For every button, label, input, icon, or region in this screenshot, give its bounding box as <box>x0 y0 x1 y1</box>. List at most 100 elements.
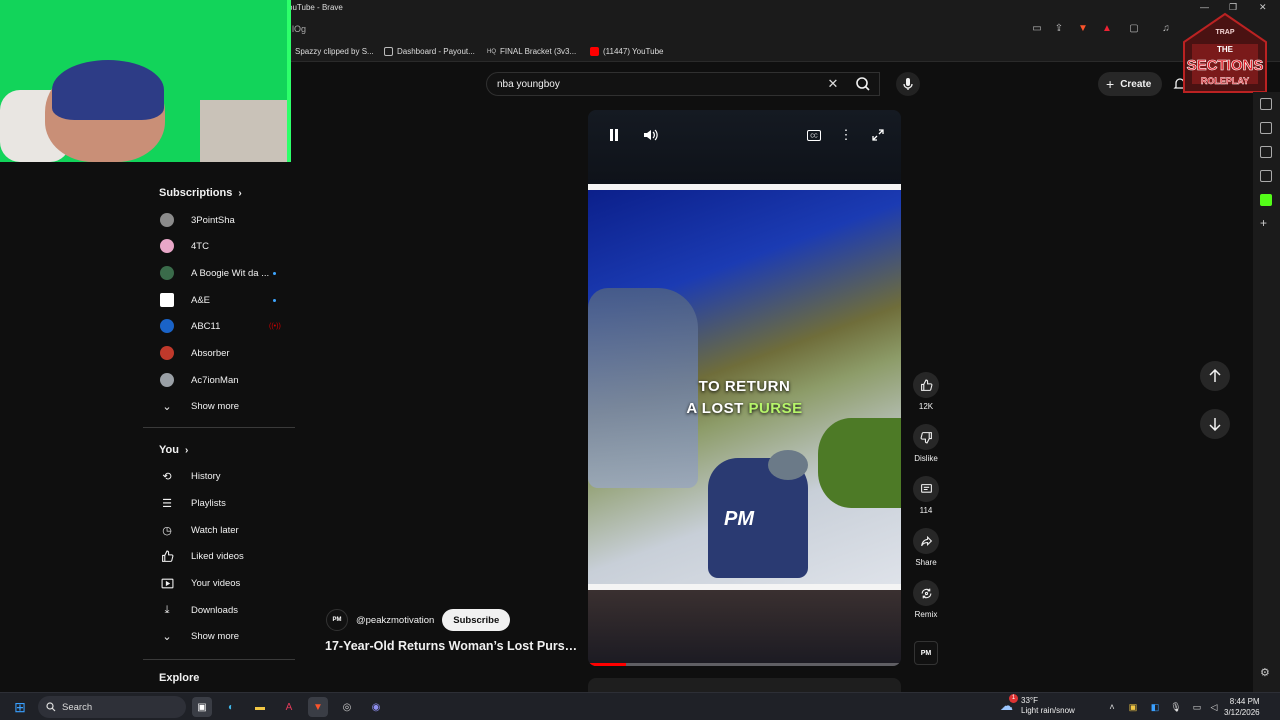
file-explorer-icon[interactable]: ▬ <box>250 697 270 717</box>
chevron-down-icon: ⌄ <box>162 400 172 413</box>
video-progress-fill <box>588 663 626 666</box>
next-short-button[interactable] <box>1200 409 1230 439</box>
sidebar-toggle-icon[interactable]: ▢ <box>1127 22 1141 36</box>
edge-icon[interactable]: ◐ <box>221 697 241 717</box>
video-progress-bar[interactable] <box>588 663 901 666</box>
sidebar-item-your-videos[interactable]: Your videos <box>143 571 295 595</box>
bookmarks-panel-icon[interactable] <box>1260 146 1272 158</box>
monitor-icon[interactable]: ▭ <box>1191 701 1203 713</box>
adobe-app-icon[interactable]: A <box>279 697 299 717</box>
dislike-button[interactable]: Dislike <box>906 424 946 463</box>
reading-list-icon[interactable] <box>1260 170 1272 182</box>
windows-start-icon[interactable]: ⊞ <box>10 697 30 717</box>
weather-widget[interactable]: ☁ 1 33°F Light rain/snow <box>1000 694 1075 716</box>
bookmark-item[interactable]: Spazzy clipped by S... <box>295 47 374 56</box>
shorts-video-player[interactable]: TO RETURN A LOST PURSE PM CC ⋮ <box>588 110 901 666</box>
pause-button[interactable] <box>604 126 624 144</box>
panel-icon[interactable] <box>1260 122 1272 134</box>
search-input[interactable] <box>497 77 817 92</box>
speaker-icon[interactable]: ◁ <box>1208 701 1220 713</box>
brave-rewards-icon[interactable]: ▲ <box>1100 22 1114 36</box>
more-options-button[interactable]: ⋮ <box>836 126 856 144</box>
sidebar-item-subscription[interactable]: 3PointSha <box>143 208 295 232</box>
sidebar-item-subscription[interactable]: Absorber <box>143 341 295 365</box>
sidebar-item-subscription[interactable]: Ac7ionMan <box>143 368 295 392</box>
captions-button[interactable]: CC <box>804 126 824 144</box>
media-icon[interactable]: ♫ <box>1159 22 1173 36</box>
remix-button[interactable]: Remix <box>906 580 946 619</box>
brave-taskbar-icon[interactable]: ▼ <box>308 697 328 717</box>
sidebar-item-subscription[interactable]: 4TC <box>143 234 295 258</box>
discord-icon[interactable]: ◉ <box>366 697 386 717</box>
avatar <box>160 293 174 307</box>
video-title[interactable]: 17-Year-Old Returns Woman’s Lost Pursе..… <box>325 639 579 653</box>
search-box: ✕ <box>486 72 880 96</box>
arrow-down-icon <box>1209 418 1221 431</box>
avatar <box>160 239 174 253</box>
panel-icon[interactable] <box>1260 98 1272 110</box>
tray-app-icon[interactable]: ◧ <box>1149 701 1161 713</box>
dislike-label: Dislike <box>914 454 938 463</box>
avatar <box>160 373 174 387</box>
minimize-icon[interactable]: — <box>1200 2 1209 12</box>
add-panel-icon[interactable]: + <box>1260 216 1267 230</box>
taskbar-search[interactable]: Search <box>38 696 186 718</box>
sidebar-item-subscription[interactable]: ABC11 ((•)) <box>143 314 295 338</box>
audio-source-thumbnail[interactable]: PM <box>914 641 938 665</box>
show-more-you[interactable]: ⌄ Show more <box>143 624 295 648</box>
youtube-icon <box>590 47 599 56</box>
playlists-icon: ☰ <box>162 497 172 510</box>
explore-header: Explore <box>159 672 200 684</box>
sidebar-item-subscription[interactable]: A&E <box>143 288 295 312</box>
arrow-up-icon <box>1209 369 1221 382</box>
comments-button[interactable]: 114 <box>906 476 946 515</box>
channel-handle[interactable]: @peakzmotivation <box>356 615 434 626</box>
cast-icon[interactable]: ▭ <box>1030 22 1044 36</box>
address-bar[interactable]: lOg <box>292 24 306 34</box>
taskbar-clock[interactable]: 8:44 PM 3/12/2026 <box>1224 696 1260 718</box>
microphone-tray-icon[interactable]: 🎙︎ <box>1170 701 1182 713</box>
bookmark-item[interactable]: (11447) YouTube <box>590 47 664 56</box>
subscribe-button[interactable]: Subscribe <box>442 609 511 631</box>
new-content-dot <box>273 271 276 275</box>
video-bushes <box>818 418 901 508</box>
kick-icon[interactable] <box>1260 194 1272 206</box>
sidebar-item-history[interactable]: ⟲ History <box>143 464 295 488</box>
show-more-subscriptions[interactable]: ⌄ Show more <box>143 394 295 418</box>
search-button[interactable] <box>846 72 880 96</box>
previous-short-button[interactable] <box>1200 361 1230 391</box>
webcam-border <box>287 0 291 162</box>
sidebar-item-watch-later[interactable]: ◷ Watch later <box>143 518 295 542</box>
window-title: ouTube - Brave <box>288 3 343 12</box>
brave-shields-icon[interactable]: ▼ <box>1076 22 1090 36</box>
task-view-icon[interactable]: ▣ <box>192 697 212 717</box>
volume-button[interactable] <box>641 126 661 144</box>
sections-roleplay-logo: TRAP THE SECTIONS ROLEPLAY <box>1183 12 1267 93</box>
sidebar-item-liked-videos[interactable]: Liked videos <box>143 544 295 568</box>
sidebar-divider <box>143 659 295 660</box>
sidebar-item-playlists[interactable]: ☰ Playlists <box>143 491 295 515</box>
search-icon <box>46 702 56 712</box>
tray-app-icon[interactable]: ▣ <box>1127 701 1139 713</box>
next-short-preview <box>588 678 901 692</box>
chevron-up-icon[interactable]: ˄ <box>1106 701 1118 713</box>
voice-search-button[interactable] <box>896 72 920 96</box>
create-button[interactable]: + Create <box>1098 72 1162 96</box>
captions-icon: CC <box>807 129 821 141</box>
share-button[interactable]: Share <box>906 528 946 567</box>
chevron-right-icon: › <box>238 187 242 199</box>
clear-search-icon[interactable]: ✕ <box>825 76 841 92</box>
sidebar-item-subscription[interactable]: A Boogie Wit da ... <box>143 261 295 285</box>
chrome-taskbar-icon[interactable]: ◎ <box>337 697 357 717</box>
subscriptions-header[interactable]: Subscriptions › <box>159 187 242 199</box>
channel-avatar[interactable]: PM <box>326 609 348 631</box>
sidebar-item-downloads[interactable]: ⤓ Downloads <box>143 598 295 622</box>
gear-icon[interactable]: ⚙ <box>1260 666 1270 679</box>
share-page-icon[interactable]: ⇪ <box>1052 22 1066 36</box>
like-button[interactable]: 12K <box>906 372 946 411</box>
bookmark-item[interactable]: Dashboard - Payout... <box>384 47 475 56</box>
video-person-hat <box>768 450 808 480</box>
bookmark-item[interactable]: HQ FINAL Bracket (3v3... <box>487 47 576 56</box>
you-header[interactable]: You › <box>159 444 188 456</box>
fullscreen-button[interactable] <box>868 126 888 144</box>
